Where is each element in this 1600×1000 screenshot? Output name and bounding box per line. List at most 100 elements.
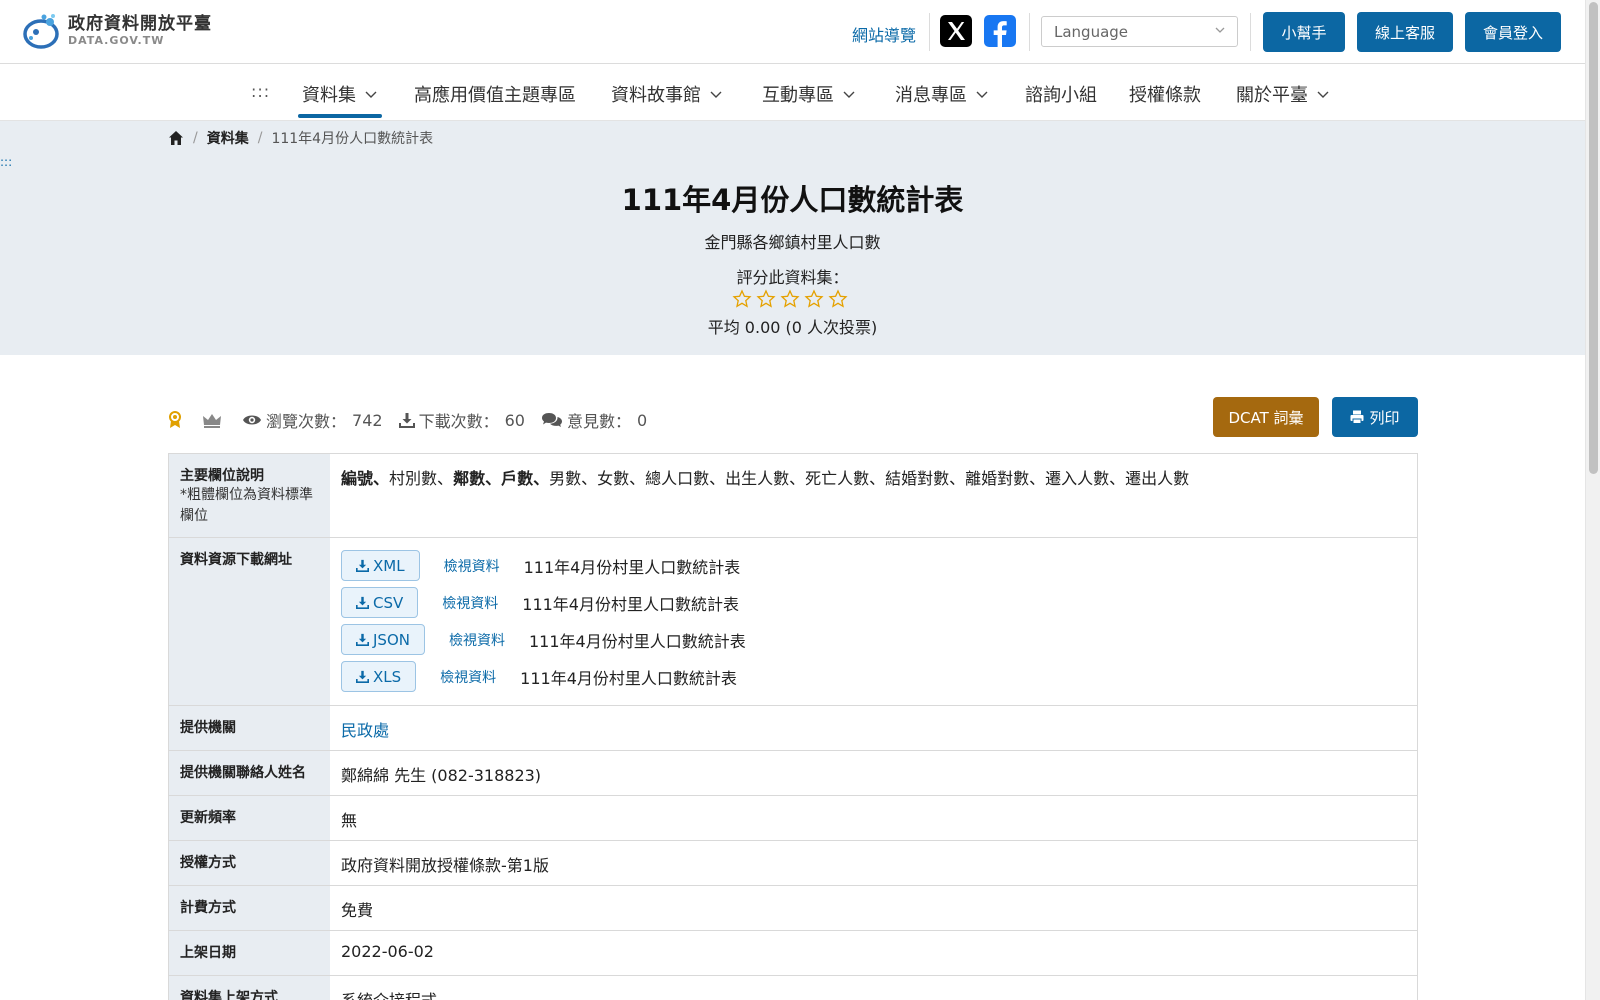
print-button[interactable]: 列印 (1332, 397, 1418, 437)
nav-label: 互動專區 (762, 85, 834, 106)
provider-link[interactable]: 民政處 (341, 721, 389, 740)
bold-field: 鄰數 (453, 469, 486, 488)
star-icon[interactable] (804, 289, 824, 309)
scrollbar-thumb[interactable] (1589, 2, 1598, 474)
download-icon (356, 596, 369, 609)
bold-field: 戶數 (501, 469, 534, 488)
site-logo[interactable]: 政府資料開放平臺 DATA.GOV.TW (22, 12, 212, 50)
logo-subtitle: DATA.GOV.TW (68, 34, 165, 47)
view-data-link[interactable]: 檢視資料 (442, 593, 498, 613)
field: 村別數 (389, 469, 438, 488)
star-icon[interactable] (780, 289, 800, 309)
comments-label: 意見數： (566, 412, 631, 431)
fee-value: 免費 (330, 886, 1417, 930)
nav-item-datasets[interactable]: 資料集 (298, 81, 382, 118)
award-badge (168, 411, 186, 429)
page-title: 111年4月份人口數統計表 (621, 183, 964, 217)
breadcrumb-datasets[interactable]: 資料集 (207, 128, 249, 148)
resource-name: 111年4月份村里人口數統計表 (520, 668, 737, 688)
row-label: 更新頻率 (169, 796, 330, 840)
fields-value: 編號、村別數、鄰數、戶數、男數、女數、總人口數、出生人數、死亡人數、結婚對數、離… (330, 454, 1417, 537)
nav-item-high-value[interactable]: 高應用價值主題專區 (414, 81, 576, 107)
dataset-detail-table: 主要欄位說明 *粗體欄位為資料標準欄位 編號、村別數、鄰數、戶數、男數、女數、總… (168, 453, 1418, 1000)
chevron-down-icon (365, 91, 377, 98)
breadcrumb-current: 111年4月份人口數統計表 (271, 131, 434, 147)
table-row: 上架日期 2022-06-02 (169, 931, 1417, 976)
download-xml-button[interactable]: XML (341, 550, 420, 581)
table-row: 計費方式 免費 (169, 886, 1417, 931)
downloads-label: 下載次數： (418, 412, 499, 431)
nav-label: 關於平臺 (1236, 85, 1308, 106)
table-row: 資料集上架方式 系統介接程式 (169, 976, 1417, 1000)
resource-name: 111年4月份村里人口數統計表 (522, 594, 739, 614)
facebook-icon[interactable] (984, 15, 1016, 47)
download-icon (356, 633, 369, 646)
download-csv-button[interactable]: CSV (341, 587, 419, 618)
breadcrumb: / 資料集 / 111年4月份人口數統計表 (168, 128, 433, 148)
helper-button[interactable]: 小幫手 (1263, 12, 1345, 52)
page-scrollbar[interactable] (1585, 0, 1600, 1000)
print-icon (1350, 410, 1364, 424)
online-service-button[interactable]: 線上客服 (1357, 12, 1453, 52)
crown-badge (202, 412, 226, 428)
sitemap-link[interactable]: 網站導覽 (852, 22, 916, 46)
row-label: 資料集上架方式 (169, 976, 330, 1000)
home-icon[interactable] (168, 130, 184, 146)
breadcrumb-separator: / (257, 130, 263, 146)
breadcrumb-separator: / (193, 130, 198, 146)
table-row: 資料資源下載網址 XML 檢視資料 111年4月份村里人口數統計表 CSV 檢視… (169, 538, 1417, 706)
contact-value: 鄭綿綿 先生 (082-318823) (330, 751, 1417, 795)
nav-item-license[interactable]: 授權條款 (1129, 81, 1201, 107)
nav-label: 諮詢小組 (1025, 85, 1097, 106)
star-icon[interactable] (756, 289, 776, 309)
row-label: 計費方式 (169, 886, 330, 930)
table-row: 更新頻率 無 (169, 796, 1417, 841)
chevron-down-icon (710, 91, 722, 98)
star-icon[interactable] (732, 289, 752, 309)
view-data-link[interactable]: 檢視資料 (444, 556, 500, 576)
resource-item: CSV 檢視資料 111年4月份村里人口數統計表 (341, 584, 1406, 621)
table-row: 授權方式 政府資料開放授權條款-第1版 (169, 841, 1417, 886)
row-label: 主要欄位說明 *粗體欄位為資料標準欄位 (169, 454, 330, 537)
views-stat: 瀏覽次數： 742 (242, 408, 383, 432)
resources-value: XML 檢視資料 111年4月份村里人口數統計表 CSV 檢視資料 111年4月… (330, 538, 1417, 705)
dataset-hero: / 資料集 / 111年4月份人口數統計表 ::: 111年4月份人口數統計表 … (0, 121, 1585, 355)
fields-note: *粗體欄位為資料標準欄位 (180, 487, 313, 524)
nav-label: 資料故事館 (611, 85, 701, 106)
logo-title: 政府資料開放平臺 (68, 14, 212, 34)
nav-label: 高應用價值主題專區 (414, 85, 576, 106)
view-data-link[interactable]: 檢視資料 (449, 630, 505, 650)
star-icon[interactable] (828, 289, 848, 309)
nav-item-about[interactable]: 關於平臺 (1236, 81, 1330, 107)
language-select[interactable]: Language (1041, 16, 1238, 47)
member-login-button[interactable]: 會員登入 (1465, 12, 1561, 52)
download-json-button[interactable]: JSON (341, 624, 425, 655)
dataset-subtitle: 金門縣各鄉鎮村里人口數 (704, 233, 881, 252)
divider (1029, 13, 1030, 51)
row-label: 上架日期 (169, 931, 330, 975)
content-accesskey-dots[interactable]: ::: (0, 155, 12, 169)
field-list: 男數、女數、總人口數、出生人數、死亡人數、結婚對數、離婚對數、遷入人數、遷出人數 (549, 469, 1190, 488)
resource-item: XLS 檢視資料 111年4月份村里人口數統計表 (341, 658, 1406, 695)
table-row: 提供機關聯絡人姓名 鄭綿綿 先生 (082-318823) (169, 751, 1417, 796)
nav-item-interactive[interactable]: 互動專區 (762, 81, 856, 107)
divider (1250, 13, 1251, 51)
main-nav: ::: 資料集 高應用價值主題專區 資料故事館 互動專區 消息專區 諮詢小組 授… (0, 64, 1585, 121)
x-twitter-icon[interactable] (940, 15, 972, 47)
rating-stars[interactable] (732, 289, 852, 309)
accesskey-dots[interactable]: ::: (251, 82, 270, 101)
nav-item-advisory[interactable]: 諮詢小組 (1025, 81, 1097, 107)
format-label: JSON (373, 630, 410, 649)
nav-label: 授權條款 (1129, 85, 1201, 106)
views-label: 瀏覽次數： (266, 412, 347, 431)
award-icon (169, 411, 181, 428)
nav-item-stories[interactable]: 資料故事館 (611, 81, 723, 107)
language-placeholder: Language (1054, 23, 1129, 41)
bold-field: 編號 (341, 469, 374, 488)
nav-item-news[interactable]: 消息專區 (895, 81, 989, 107)
view-data-link[interactable]: 檢視資料 (440, 667, 496, 687)
dcat-vocabulary-button[interactable]: DCAT 詞彙 (1213, 397, 1319, 437)
download-xls-button[interactable]: XLS (341, 661, 417, 692)
format-label: XML (373, 556, 405, 575)
rate-label: 評分此資料集： (736, 268, 849, 287)
